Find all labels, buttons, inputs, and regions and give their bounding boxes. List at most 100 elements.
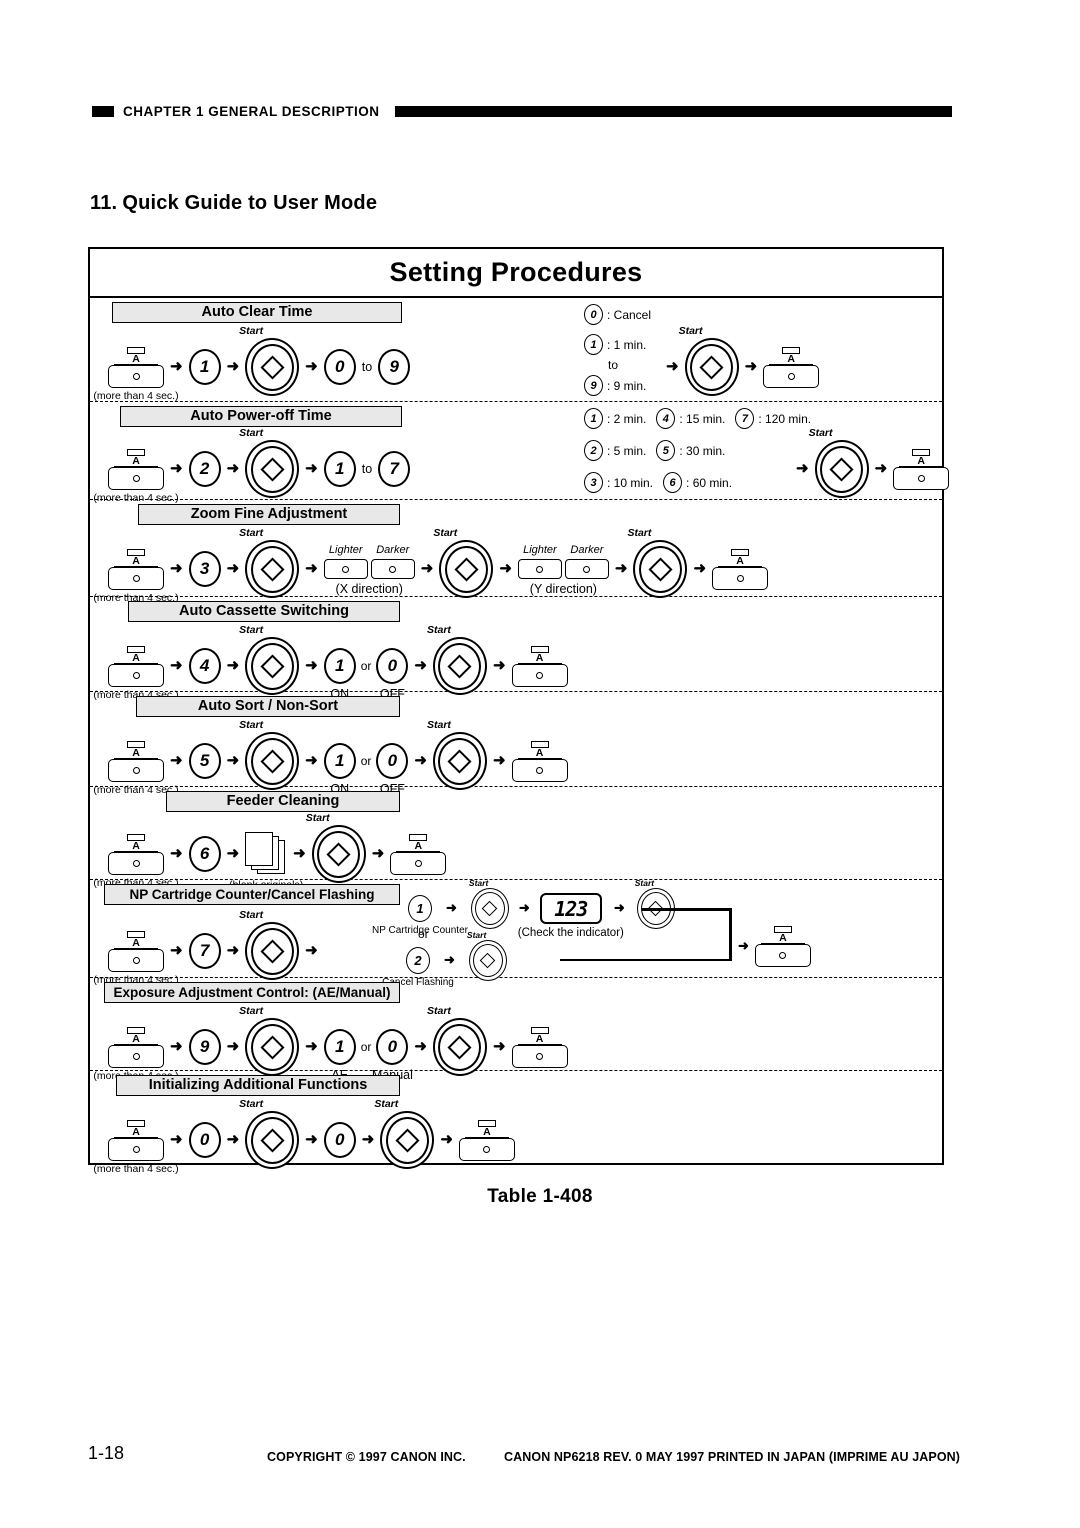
start-key[interactable]: Start	[374, 1098, 435, 1169]
option-digit: 2	[584, 440, 603, 461]
af-key-dot-icon	[132, 1145, 140, 1153]
start-key[interactable]: Start	[635, 878, 675, 929]
arrow-icon: ➜	[518, 900, 530, 915]
row-label: Exposure Adjustment Control: (AE/Manual)	[104, 982, 400, 1003]
start-key[interactable]: Start	[433, 527, 494, 598]
y-direction-note: (Y direction)	[529, 582, 597, 596]
start-diamond-icon	[647, 900, 664, 917]
on-option[interactable]: 1 ON	[323, 743, 356, 796]
mode-digit-key[interactable]: 7	[188, 933, 221, 969]
additional-functions-key[interactable]: A (more than 4 sec.)	[93, 346, 179, 402]
additional-functions-key[interactable]: A	[511, 1026, 568, 1068]
start-key[interactable]: Start	[679, 325, 739, 396]
additional-functions-key[interactable]: A (more than 4 sec.)	[93, 1026, 179, 1082]
mode-digit-key[interactable]: 1	[188, 349, 221, 385]
procedure-row-feeder-cleaning: Feeder Cleaning A (more than 4 sec.) ➜ 6…	[90, 787, 942, 891]
on-digit-key[interactable]: 1	[323, 648, 356, 684]
off-digit-key[interactable]: 0	[376, 743, 409, 779]
branch-a-digit[interactable]: 1	[408, 895, 432, 922]
mode-digit-key[interactable]: 4	[188, 648, 221, 684]
key-dot-icon	[583, 565, 591, 573]
start-diamond-icon	[260, 556, 285, 582]
mode-digit-key[interactable]: 5	[188, 743, 221, 779]
start-key[interactable]: Start	[239, 325, 300, 396]
procedure-flow: A (more than 4 sec.) ➜ 1 ➜ Start ➜ 0 to …	[93, 325, 411, 402]
range-to-key[interactable]: 9	[378, 349, 411, 385]
darker-key[interactable]: Darker	[370, 544, 415, 579]
af-key-dot-icon	[736, 574, 744, 582]
start-key[interactable]: Start	[809, 427, 869, 498]
start-key[interactable]: Start	[627, 527, 688, 598]
additional-functions-key[interactable]: A (more than 4 sec.)	[93, 740, 179, 796]
mode-digit-key[interactable]: 0	[188, 1122, 221, 1158]
start-key[interactable]: Start	[469, 878, 509, 929]
off-option[interactable]: 0 OFF	[376, 743, 409, 796]
additional-functions-key[interactable]: A (more than 4 sec.)	[93, 448, 179, 504]
af-key-letter: A	[787, 352, 795, 365]
chapter-running-head: CHAPTER 1 GENERAL DESCRIPTION	[92, 103, 952, 119]
key-dot-icon	[536, 565, 544, 573]
af-key-letter: A	[483, 1125, 491, 1138]
start-key[interactable]: Start	[239, 909, 300, 980]
additional-functions-key[interactable]: A (more than 4 sec.)	[93, 1119, 179, 1175]
start-diamond-icon	[699, 354, 724, 380]
option-text: : 1 min.	[607, 337, 647, 352]
on-option[interactable]: 1 ON	[323, 648, 356, 701]
manual-option[interactable]: 0 Manual	[372, 1029, 413, 1082]
additional-functions-key[interactable]: A (more than 4 sec.)	[93, 833, 179, 889]
range-to-key[interactable]: 7	[378, 451, 411, 487]
ae-digit-key[interactable]: 1	[323, 1029, 356, 1065]
range-from-key[interactable]: 1	[323, 451, 356, 487]
second-digit-key[interactable]: 0	[323, 1122, 356, 1158]
additional-functions-key[interactable]: A	[390, 833, 447, 875]
mode-digit-key[interactable]: 2	[188, 451, 221, 487]
start-key[interactable]: Start	[239, 624, 300, 695]
on-digit-key[interactable]: 1	[323, 743, 356, 779]
lighter-key[interactable]: Lighter	[323, 544, 368, 579]
additional-functions-key[interactable]: A	[754, 926, 811, 967]
mode-digit-key[interactable]: 9	[188, 1029, 221, 1065]
branch-b-digit[interactable]: 2	[406, 947, 430, 974]
start-key[interactable]: Start	[427, 1005, 487, 1076]
arrow-icon: ➜	[305, 459, 318, 477]
row-label: Feeder Cleaning	[166, 791, 400, 812]
branch-b-key[interactable]: 2 Cancel Flashing	[382, 947, 454, 988]
start-key[interactable]: Start	[306, 812, 366, 883]
additional-functions-key[interactable]: A (more than 4 sec.)	[93, 930, 179, 986]
option-text: : 9 min.	[607, 378, 647, 393]
af-key-letter: A	[132, 746, 140, 759]
branch-a-key[interactable]: 1 NP Cartridge Counter	[372, 895, 468, 936]
additional-functions-key[interactable]: A	[893, 448, 950, 490]
ae-option[interactable]: 1 AE	[323, 1029, 356, 1082]
additional-functions-key[interactable]: A	[511, 645, 568, 687]
start-key[interactable]: Start	[239, 1005, 300, 1076]
additional-functions-key[interactable]: A	[763, 346, 820, 388]
arrow-icon: ➜	[305, 941, 318, 959]
start-key[interactable]: Start	[427, 624, 487, 695]
manual-digit-key[interactable]: 0	[376, 1029, 409, 1065]
af-key-dot-icon	[917, 474, 925, 482]
arrow-icon: ➜	[440, 1130, 453, 1148]
mode-digit-key[interactable]: 3	[188, 551, 221, 587]
darker-key[interactable]: Darker	[564, 544, 609, 579]
range-from-key[interactable]: 0	[323, 349, 356, 385]
start-key[interactable]: Start	[239, 719, 300, 790]
mode-digit-key[interactable]: 6	[188, 836, 221, 872]
start-key[interactable]: Start	[467, 930, 507, 981]
af-key-letter: A	[535, 1032, 544, 1045]
off-digit-key[interactable]: 0	[376, 648, 409, 684]
additional-functions-key[interactable]: A (more than 4 sec.)	[93, 548, 179, 604]
additional-functions-key[interactable]: A (more than 4 sec.)	[93, 645, 179, 701]
additional-functions-key[interactable]: A	[712, 548, 769, 590]
additional-functions-key[interactable]: A	[458, 1119, 515, 1161]
procedure-flow: A (more than 4 sec.) ➜ 2 ➜ Start ➜ 1 to …	[93, 427, 411, 504]
off-option[interactable]: 0 OFF	[376, 648, 409, 701]
start-key[interactable]: Start	[239, 427, 300, 498]
additional-functions-key[interactable]: A	[511, 740, 568, 782]
start-key[interactable]: Start	[239, 1098, 300, 1169]
start-key[interactable]: Start	[427, 719, 487, 790]
start-key[interactable]: Start	[239, 527, 300, 598]
arrow-icon: ➜	[492, 656, 506, 674]
arrow-icon: ➜	[414, 1037, 427, 1055]
lighter-key[interactable]: Lighter	[517, 544, 562, 579]
